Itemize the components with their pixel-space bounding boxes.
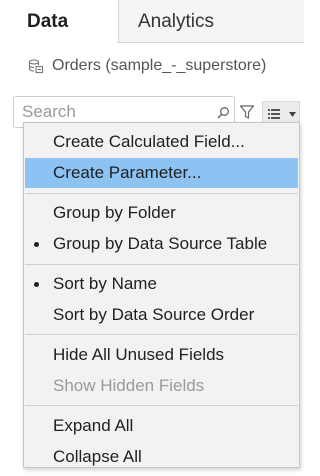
side-pane-tabs: Data Analytics bbox=[0, 0, 304, 44]
menu-separator bbox=[25, 405, 298, 406]
search-icon bbox=[217, 107, 229, 119]
menu-item-sort-by-name[interactable]: Sort by Name bbox=[25, 269, 298, 299]
menu-item-label: Group by Folder bbox=[53, 203, 176, 222]
menu-item-group-by-data-source-table[interactable]: Group by Data Source Table bbox=[25, 229, 298, 259]
data-pane-menu: Create Calculated Field... Create Parame… bbox=[23, 122, 300, 468]
checked-bullet-icon bbox=[34, 242, 39, 247]
tab-data[interactable]: Data bbox=[0, 0, 118, 43]
menu-item-collapse-all[interactable]: Collapse All bbox=[25, 442, 298, 472]
menu-item-label: Collapse All bbox=[53, 447, 142, 466]
menu-separator bbox=[25, 334, 298, 335]
menu-item-hide-all-unused-fields[interactable]: Hide All Unused Fields bbox=[25, 340, 298, 370]
checked-bullet-icon bbox=[34, 282, 39, 287]
menu-item-expand-all[interactable]: Expand All bbox=[25, 411, 298, 441]
datasource-label: Orders (sample_-_superstore) bbox=[52, 57, 267, 74]
menu-item-label: Create Calculated Field... bbox=[53, 132, 245, 151]
menu-item-create-calculated-field[interactable]: Create Calculated Field... bbox=[25, 127, 298, 157]
menu-item-group-by-folder[interactable]: Group by Folder bbox=[25, 198, 298, 228]
search-input[interactable] bbox=[22, 101, 212, 123]
menu-item-label: Create Parameter... bbox=[53, 163, 202, 182]
menu-separator bbox=[25, 264, 298, 265]
menu-item-label: Sort by Data Source Order bbox=[53, 305, 255, 324]
menu-item-sort-by-data-source-order[interactable]: Sort by Data Source Order bbox=[25, 300, 298, 330]
menu-item-label: Show Hidden Fields bbox=[53, 376, 205, 395]
chevron-down-icon bbox=[289, 112, 296, 117]
tab-analytics[interactable]: Analytics bbox=[118, 0, 304, 43]
menu-item-label: Expand All bbox=[53, 416, 134, 435]
list-view-icon bbox=[268, 109, 280, 119]
filter-icon[interactable] bbox=[239, 104, 255, 120]
menu-item-label: Hide All Unused Fields bbox=[53, 345, 225, 364]
menu-item-create-parameter[interactable]: Create Parameter... bbox=[25, 158, 298, 188]
menu-separator bbox=[25, 193, 298, 194]
datasource-icon bbox=[28, 59, 44, 74]
datasource-row[interactable]: Orders (sample_-_superstore) bbox=[0, 44, 304, 88]
menu-item-show-hidden-fields: Show Hidden Fields bbox=[25, 371, 298, 401]
menu-item-label: Group by Data Source Table bbox=[53, 234, 268, 253]
menu-item-label: Sort by Name bbox=[53, 274, 157, 293]
